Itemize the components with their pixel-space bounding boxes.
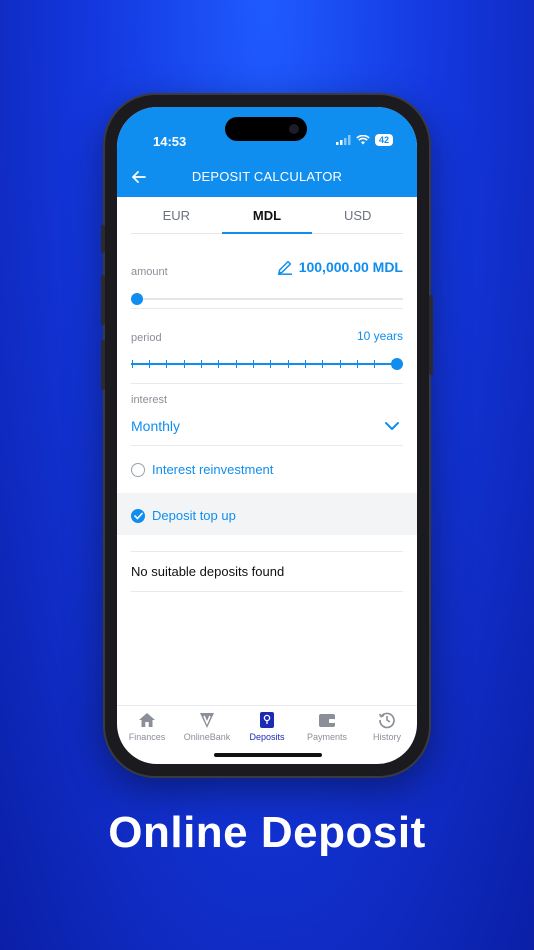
interest-reinvestment-option[interactable]: Interest reinvestment — [131, 462, 273, 477]
period-slider[interactable] — [131, 358, 403, 370]
phone-frame: 14:53 42 DEPOSIT CALCULATOR EUR MDL USD … — [101, 95, 433, 776]
camera-icon — [289, 124, 299, 134]
period-slider-tick — [304, 360, 306, 368]
pencil-icon — [277, 260, 292, 275]
interest-reinvestment-label: Interest reinvestment — [152, 462, 274, 477]
page-title: DEPOSIT CALCULATOR — [191, 169, 343, 184]
period-label: period — [131, 332, 162, 344]
deposits-icon — [258, 711, 276, 729]
tab-mdl[interactable]: MDL — [221, 202, 313, 234]
app-header: 14:53 42 DEPOSIT CALCULATOR — [117, 107, 417, 197]
period-slider-tick — [322, 360, 324, 368]
nav-payments[interactable]: Payments — [297, 706, 357, 751]
tab-eur[interactable]: EUR — [131, 202, 222, 233]
period-slider-track — [131, 363, 403, 365]
nav-onlinebank[interactable]: OnlineBank — [177, 706, 237, 751]
volume-down-button — [101, 340, 105, 390]
period-slider-tick — [218, 360, 220, 368]
period-slider-tick — [252, 360, 254, 368]
wallet-icon — [318, 711, 336, 729]
home-icon — [138, 711, 156, 729]
status-icons: 42 — [335, 134, 393, 146]
deposit-top-up-option[interactable]: Deposit top up — [131, 508, 236, 523]
phone-screen: 14:53 42 DEPOSIT CALCULATOR EUR MDL USD … — [117, 107, 417, 764]
interest-label: interest — [131, 394, 168, 406]
divider — [131, 591, 403, 592]
signal-icon — [335, 135, 351, 145]
checkmark-icon[interactable] — [131, 508, 145, 523]
period-value: 10 years — [356, 329, 403, 343]
nav-payments-label: Payments — [306, 732, 348, 742]
volume-up-button — [101, 275, 105, 325]
period-slider-tick — [235, 360, 237, 368]
chevron-down-icon[interactable] — [383, 417, 401, 435]
period-slider-tick — [287, 360, 289, 368]
amount-value: 100,000.00 MDL — [298, 259, 403, 275]
status-time: 14:53 — [153, 134, 187, 149]
amount-slider-knob[interactable] — [131, 293, 143, 305]
onlinebank-icon — [198, 711, 216, 729]
nav-finances-label: Finances — [128, 732, 166, 742]
period-slider-tick — [270, 360, 272, 368]
period-slider-knob[interactable] — [391, 358, 403, 370]
amount-value-field[interactable]: 100,000.00 MDL — [277, 259, 403, 275]
interest-select[interactable]: Monthly — [131, 418, 180, 434]
period-slider-tick — [356, 360, 358, 368]
amount-slider[interactable] — [131, 293, 403, 305]
divider — [131, 445, 403, 446]
divider — [131, 383, 403, 384]
home-indicator — [214, 753, 322, 757]
no-results-message: No suitable deposits found — [131, 564, 285, 579]
bottom-navigation: Finances OnlineBank Deposits Payments Hi… — [117, 705, 417, 751]
amount-slider-track — [131, 298, 403, 300]
period-slider-tick — [131, 360, 133, 368]
nav-finances[interactable]: Finances — [117, 706, 177, 751]
period-slider-tick — [374, 360, 376, 368]
tab-usd[interactable]: USD — [312, 202, 403, 233]
currency-tabs: EUR MDL USD — [131, 202, 403, 234]
period-slider-tick — [200, 360, 202, 368]
deposit-top-up-label: Deposit top up — [152, 508, 236, 523]
power-button — [429, 295, 433, 375]
action-button — [101, 225, 105, 253]
wifi-icon — [356, 135, 370, 145]
period-slider-tick — [166, 360, 168, 368]
period-slider-tick — [148, 360, 150, 368]
period-slider-tick — [339, 360, 341, 368]
dynamic-island — [225, 117, 307, 141]
divider — [131, 308, 403, 309]
promo-caption: Online Deposit — [108, 808, 426, 857]
battery-indicator: 42 — [374, 134, 393, 146]
period-slider-tick — [183, 360, 185, 368]
nav-deposits[interactable]: Deposits — [237, 706, 297, 751]
history-icon — [378, 711, 396, 729]
nav-history-label: History — [372, 732, 401, 742]
amount-label: amount — [131, 266, 168, 278]
divider — [131, 551, 403, 552]
radio-unchecked-icon[interactable] — [131, 462, 145, 477]
nav-deposits-label: Deposits — [249, 732, 285, 742]
nav-history[interactable]: History — [357, 706, 417, 751]
nav-onlinebank-label: OnlineBank — [183, 732, 231, 742]
